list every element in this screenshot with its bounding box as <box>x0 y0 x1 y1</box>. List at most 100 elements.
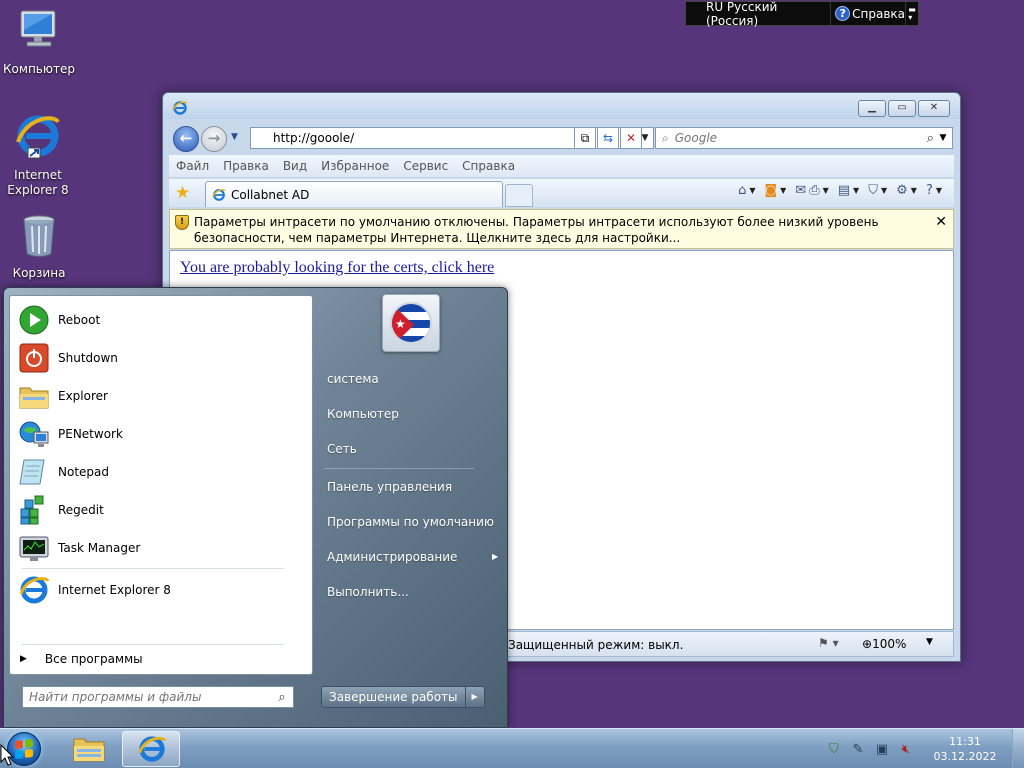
history-dropdown-icon[interactable]: ▼ <box>231 132 238 142</box>
start-search-box[interactable]: ⌕ <box>22 686 294 708</box>
address-row: ← → ▼ http://gooole/ ▼ ⧉ ⇆ ✕ ⌕ ⌕ ▼ <box>169 123 954 153</box>
back-button[interactable]: ← <box>173 126 199 152</box>
page-dropdown-icon[interactable]: ▼ <box>853 186 859 195</box>
shutdown-button[interactable]: Завершение работы <box>322 687 466 707</box>
search-provider-icon: ⌕ <box>662 130 669 145</box>
reboot-icon <box>19 305 49 335</box>
tool-tray-icon[interactable]: ✎ <box>846 742 870 757</box>
search-box[interactable]: ⌕ ⌕ ▼ <box>655 127 953 149</box>
menu-tools[interactable]: Сервис <box>396 159 455 173</box>
compat-view-icon[interactable]: ⧉ <box>574 127 596 149</box>
menu-view[interactable]: Вид <box>276 159 314 173</box>
print-icon[interactable]: ⎙ <box>809 183 819 198</box>
network-icon <box>19 421 49 447</box>
start-menu-system-pane: ★ система Компьютер Сеть Панель управлен… <box>316 288 506 729</box>
help-circle-icon[interactable]: ? <box>926 183 933 198</box>
refresh-icon[interactable]: ⇆ <box>597 127 619 149</box>
menu-file[interactable]: Файл <box>169 159 216 173</box>
command-bar: ⌂ ▼ ◙ ▼ ✉ ⎙ ▼ ▤ ▼ ⛉ ▼ ⚙ ▼ ? ▼ <box>738 183 948 198</box>
desktop-icon-recycle-bin[interactable]: Корзина <box>1 214 77 281</box>
all-programs-button[interactable]: ▶ Все программы <box>20 652 143 666</box>
start-item-system[interactable]: система <box>327 372 379 386</box>
close-button[interactable]: ✕ <box>918 100 950 117</box>
desktop-icon-label: Корзина <box>12 266 66 280</box>
start-item-administration[interactable]: Администрирование <box>327 550 457 564</box>
print-dropdown-icon[interactable]: ▼ <box>823 186 829 195</box>
start-item-control-panel[interactable]: Панель управления <box>327 480 452 494</box>
program-notepad[interactable]: Notepad <box>14 454 304 490</box>
tools-gear-icon[interactable]: ⚙ <box>896 183 908 198</box>
desktop-icon-ie[interactable]: Internet Explorer 8 <box>0 112 76 198</box>
maximize-button[interactable]: ▭ <box>888 100 916 117</box>
home-dropdown-icon[interactable]: ▼ <box>749 186 755 195</box>
explorer-folder-icon <box>19 387 49 409</box>
search-dropdown-icon[interactable]: ▼ <box>934 133 952 143</box>
language-indicator[interactable]: RU Русский (Россия) <box>686 0 830 28</box>
computer-icon <box>20 10 56 47</box>
ie-titlebar[interactable]: ▁ ▭ ✕ <box>163 93 960 119</box>
favorites-star-icon[interactable]: ★ <box>175 183 190 203</box>
program-shutdown[interactable]: Shutdown <box>14 340 304 376</box>
help-button[interactable]: ? Справка <box>830 2 905 25</box>
tab-collabnet-ad[interactable]: Collabnet AD <box>205 181 503 207</box>
network-tray-icon[interactable]: ▣ <box>870 742 894 757</box>
program-explorer[interactable]: Explorer <box>14 378 304 414</box>
safety-icon[interactable]: ⛉ <box>868 183 878 198</box>
search-icon[interactable]: ⌕ <box>927 131 934 146</box>
show-desktop-button[interactable] <box>1012 729 1024 768</box>
start-item-computer[interactable]: Компьютер <box>327 407 399 421</box>
volume-muted-icon[interactable]: 🔇︎ <box>894 742 918 757</box>
help-label: Справка <box>852 6 906 21</box>
start-item-run[interactable]: Выполнить... <box>327 585 409 599</box>
clock[interactable]: 11:31 03.12.2022 <box>922 734 1008 764</box>
user-flag-image: ★ <box>390 302 432 344</box>
start-item-default-programs[interactable]: Программы по умолчанию <box>327 515 494 529</box>
minimize-button[interactable]: ▁ <box>858 100 886 117</box>
program-label: Internet Explorer 8 <box>58 583 171 597</box>
start-search-input[interactable] <box>23 690 271 704</box>
zoom-level[interactable]: ⊕100% <box>862 637 906 651</box>
search-input[interactable] <box>668 131 927 145</box>
certs-link[interactable]: You are probably looking for the certs, … <box>180 259 494 277</box>
explorer-folder-icon <box>73 738 105 762</box>
forward-button[interactable]: → <box>201 126 227 152</box>
zoom-dropdown-icon[interactable]: ▼ <box>926 637 933 647</box>
start-item-network[interactable]: Сеть <box>327 442 357 456</box>
program-penetwork[interactable]: PENetwork <box>14 416 304 452</box>
new-tab-button[interactable] <box>505 184 533 207</box>
start-menu-programs-pane: Reboot Shutdown Explorer PENetwork Notep… <box>9 295 313 675</box>
desktop-icon-computer[interactable]: Компьютер <box>1 8 77 77</box>
taskbar-explorer-button[interactable] <box>60 731 118 767</box>
mail-icon[interactable]: ✉ <box>795 183 806 198</box>
program-task-manager[interactable]: Task Manager <box>14 530 304 566</box>
home-icon[interactable]: ⌂ <box>738 183 746 198</box>
tools-dropdown-icon[interactable]: ▼ <box>911 186 917 195</box>
program-reboot[interactable]: Reboot <box>14 302 304 338</box>
page-icon[interactable]: ▤ <box>838 183 850 198</box>
stop-icon[interactable]: ✕ <box>620 127 642 149</box>
feeds-icon[interactable]: ◙ <box>765 183 778 198</box>
infobar-text[interactable]: Параметры интрасети по умолчанию отключе… <box>194 215 879 245</box>
program-internet-explorer[interactable]: Internet Explorer 8 <box>14 572 304 608</box>
user-avatar[interactable]: ★ <box>382 294 440 352</box>
ie-titlebar-icon <box>172 101 188 115</box>
help-dropdown-icon[interactable]: ▼ <box>936 186 942 195</box>
menu-help[interactable]: Справка <box>455 159 522 173</box>
search-icon[interactable]: ⌕ <box>271 690 293 705</box>
shutdown-button-group: Завершение работы ▶ <box>321 686 485 708</box>
menu-edit[interactable]: Правка <box>216 159 276 173</box>
security-shield-tray-icon[interactable]: ⛉ <box>822 742 846 757</box>
program-label: PENetwork <box>58 427 123 441</box>
langbar-options-icon[interactable]: ▬ ▾ <box>905 2 918 25</box>
menu-favorites[interactable]: Избранное <box>314 159 396 173</box>
infobar-close-icon[interactable]: ✕ <box>935 214 947 230</box>
taskbar-ie-button[interactable] <box>122 731 180 767</box>
safety-dropdown-icon[interactable]: ▼ <box>881 186 887 195</box>
program-regedit[interactable]: Regedit <box>14 492 304 528</box>
zone-settings-icon[interactable]: ⚑ ▾ <box>818 636 839 650</box>
protected-mode-status[interactable]: Защищенный режим: выкл. <box>508 638 683 652</box>
language-bar[interactable]: RU Русский (Россия) ? Справка ▬ ▾ <box>685 0 919 28</box>
shutdown-options-arrow-icon[interactable]: ▶ <box>466 687 484 707</box>
information-bar[interactable]: ! Параметры интрасети по умолчанию отклю… <box>169 209 954 249</box>
feeds-dropdown-icon[interactable]: ▼ <box>780 186 786 195</box>
